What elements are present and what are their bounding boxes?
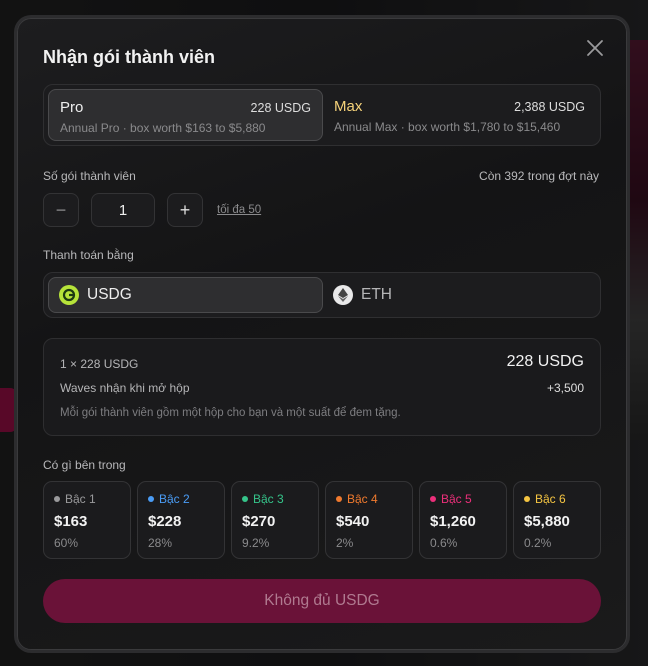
increment-button[interactable]: + bbox=[167, 193, 203, 227]
close-button[interactable] bbox=[584, 37, 606, 59]
tier-card: Bậc 2 $228 28% bbox=[137, 481, 225, 559]
tier-label: Bậc 2 bbox=[159, 492, 190, 506]
tier-probability: 9.2% bbox=[242, 536, 270, 550]
tier-label: Bậc 4 bbox=[347, 492, 378, 506]
summary-note: Mỗi gói thành viên gồm một hộp cho bạn v… bbox=[60, 407, 401, 419]
tier-name: Bậc 4 bbox=[336, 492, 402, 506]
usdg-coin-icon bbox=[59, 285, 79, 305]
plan-price: 2,388 USDG bbox=[514, 100, 585, 114]
tier-name: Bậc 3 bbox=[242, 492, 308, 506]
payment-option-label: USDG bbox=[87, 286, 132, 303]
summary-total: 228 USDG bbox=[506, 353, 584, 370]
remaining-count: Còn 392 trong đợt này bbox=[479, 169, 599, 183]
tier-name: Bậc 1 bbox=[54, 492, 120, 506]
tier-probability: 0.6% bbox=[430, 536, 458, 550]
tier-label: Bậc 3 bbox=[253, 492, 284, 506]
max-quantity-link[interactable]: tối đa 50 bbox=[217, 204, 261, 216]
payment-option-label: ETH bbox=[361, 286, 392, 303]
tier-dot-icon bbox=[524, 496, 530, 502]
tier-label: Bậc 1 bbox=[65, 492, 96, 506]
tier-probability: 28% bbox=[148, 536, 173, 550]
waves-value: +3,500 bbox=[546, 381, 584, 395]
tier-card: Bậc 5 $1,260 0.6% bbox=[419, 481, 507, 559]
tier-card: Bậc 4 $540 2% bbox=[325, 481, 413, 559]
tier-probability: 2% bbox=[336, 536, 354, 550]
tier-card: Bậc 1 $163 60% bbox=[43, 481, 131, 559]
tier-name: Bậc 5 bbox=[430, 492, 496, 506]
quantity-stepper: − + tối đa 50 bbox=[43, 193, 261, 227]
plan-option-pro[interactable]: Pro 228 USDG Annual Pro · box worth $163… bbox=[48, 89, 323, 141]
tier-price: $163 bbox=[54, 513, 88, 530]
tier-dot-icon bbox=[430, 496, 436, 502]
tier-price: $540 bbox=[336, 513, 370, 530]
payment-option-usdg[interactable]: USDG bbox=[48, 277, 323, 313]
submit-button[interactable]: Không đủ USDG bbox=[43, 579, 601, 623]
tier-label: Bậc 5 bbox=[441, 492, 472, 506]
tier-dot-icon bbox=[242, 496, 248, 502]
payment-selector: USDG ETH bbox=[43, 272, 601, 318]
plan-description: Annual Pro · box worth $163 to $5,880 bbox=[60, 121, 266, 135]
plan-price: 228 USDG bbox=[250, 101, 311, 115]
tier-probability: 60% bbox=[54, 536, 79, 550]
plan-description: Annual Max · box worth $1,780 to $15,460 bbox=[334, 120, 561, 134]
tier-price: $1,260 bbox=[430, 513, 476, 530]
eth-coin-icon bbox=[333, 285, 353, 305]
plan-option-max[interactable]: Max 2,388 USDG Annual Max · box worth $1… bbox=[323, 89, 596, 141]
waves-label: Waves nhận khi mở hộp bbox=[60, 381, 190, 395]
tier-list: Bậc 1 $163 60% Bậc 2 $228 28% Bậc 3 $270… bbox=[43, 481, 601, 559]
tier-price: $270 bbox=[242, 513, 276, 530]
order-summary: 1 × 228 USDG 228 USDG Waves nhận khi mở … bbox=[43, 338, 601, 436]
payment-option-eth[interactable]: ETH bbox=[323, 277, 596, 313]
decrement-button[interactable]: − bbox=[43, 193, 79, 227]
contents-label: Có gì bên trong bbox=[43, 458, 126, 472]
tier-dot-icon bbox=[54, 496, 60, 502]
membership-modal: Nhận gói thành viên Pro 228 USDG Annual … bbox=[17, 18, 627, 650]
tier-name: Bậc 2 bbox=[148, 492, 214, 506]
tier-price: $5,880 bbox=[524, 513, 570, 530]
tier-card: Bậc 3 $270 9.2% bbox=[231, 481, 319, 559]
modal-title: Nhận gói thành viên bbox=[43, 47, 216, 67]
tier-card: Bậc 6 $5,880 0.2% bbox=[513, 481, 601, 559]
tier-label: Bậc 6 bbox=[535, 492, 566, 506]
quantity-label: Số gói thành viên bbox=[43, 169, 136, 183]
quantity-input[interactable] bbox=[91, 193, 155, 227]
payment-label: Thanh toán bằng bbox=[43, 248, 134, 262]
tier-dot-icon bbox=[336, 496, 342, 502]
tier-price: $228 bbox=[148, 513, 182, 530]
close-icon bbox=[587, 40, 603, 56]
summary-line: 1 × 228 USDG bbox=[60, 357, 139, 371]
tier-probability: 0.2% bbox=[524, 536, 552, 550]
plan-selector: Pro 228 USDG Annual Pro · box worth $163… bbox=[43, 84, 601, 146]
tier-name: Bậc 6 bbox=[524, 492, 590, 506]
tier-dot-icon bbox=[148, 496, 154, 502]
